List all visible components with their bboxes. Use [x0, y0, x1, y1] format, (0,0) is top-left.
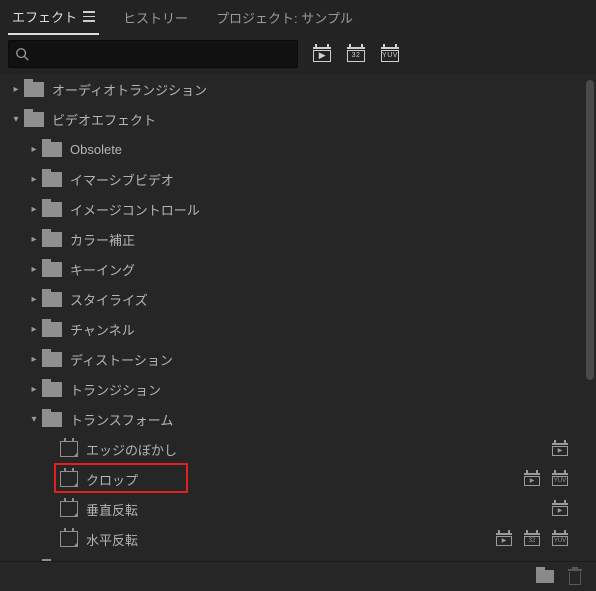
- tab-history-label: ヒストリー: [123, 8, 188, 27]
- accel-badge-icon: ▶: [522, 471, 542, 487]
- tree-item-label: イメージコントロール: [70, 200, 200, 219]
- folder-icon: [42, 382, 62, 397]
- folder-icon: [42, 292, 62, 307]
- chevron-right-icon[interactable]: ▸: [26, 324, 42, 335]
- tree-row[interactable]: ▾ トランスフォーム: [0, 404, 596, 434]
- tree-row[interactable]: ▸垂直反転▶: [0, 494, 596, 524]
- 32-badge-icon: 32: [522, 531, 542, 547]
- tree-row[interactable]: ▸ オーディオトランジション: [0, 74, 596, 104]
- scrollbar[interactable]: [586, 74, 594, 561]
- effect-badges: ▶ 32 YUV: [494, 531, 570, 547]
- chevron-right-icon[interactable]: ▸: [26, 204, 42, 215]
- chevron-down-icon[interactable]: ▾: [26, 414, 42, 425]
- effects-tree: ▸ オーディオトランジション ▾ ビデオエフェクト ▸ Obsolete ▸ イマーシブビデオ…: [0, 74, 596, 561]
- accel-badge-icon: ▶: [550, 501, 570, 517]
- tab-effects-label: エフェクト: [12, 7, 77, 26]
- tree-item-label: カラー補正: [70, 230, 135, 249]
- search-input[interactable]: [35, 47, 291, 62]
- search-icon: [15, 47, 29, 61]
- effect-badges: ▶ YUV: [522, 471, 570, 487]
- tree-row[interactable]: ▸ カラー補正: [0, 224, 596, 254]
- accel-badge-icon: ▶: [550, 441, 570, 457]
- folder-icon: [42, 262, 62, 277]
- tree-item-label: ビデオエフェクト: [52, 110, 156, 129]
- chevron-right-icon[interactable]: ▸: [26, 234, 42, 245]
- tree-item-label: ディストーション: [70, 350, 173, 369]
- yuv-badge-icon: YUV: [550, 471, 570, 487]
- tree-row[interactable]: ▸ スタイライズ: [0, 284, 596, 314]
- delete-button[interactable]: [568, 569, 582, 585]
- folder-icon: [42, 232, 62, 247]
- tab-history[interactable]: ヒストリー: [119, 0, 192, 34]
- chevron-right-icon[interactable]: ▸: [26, 264, 42, 275]
- chevron-right-icon[interactable]: ▸: [26, 174, 42, 185]
- folder-icon: [42, 142, 62, 157]
- tree-row[interactable]: ▸エッジのぼかし▶: [0, 434, 596, 464]
- effect-badges: ▶: [550, 501, 570, 517]
- folder-icon: [42, 352, 62, 367]
- search-row: ▶ 32 YUV: [0, 34, 596, 74]
- tree-row[interactable]: ▸ チャンネル: [0, 314, 596, 344]
- filter-buttons: ▶ 32 YUV: [310, 43, 402, 65]
- tree-row[interactable]: ▸ Obsolete: [0, 134, 596, 164]
- search-box[interactable]: [8, 40, 298, 68]
- filter-yuv-button[interactable]: YUV: [378, 43, 402, 65]
- tree-item-label: チャンネル: [70, 320, 135, 339]
- folder-icon: [24, 112, 44, 127]
- tree-item-label: トランジション: [70, 380, 161, 399]
- tree-row[interactable]: ▸水平反転▶32YUV: [0, 524, 596, 554]
- effect-icon: [60, 441, 78, 457]
- tab-project-label: プロジェクト: サンプル: [216, 8, 353, 27]
- tab-project[interactable]: プロジェクト: サンプル: [212, 0, 357, 34]
- tree-item-label: オーディオトランジション: [52, 80, 207, 99]
- effect-icon: [60, 471, 78, 487]
- tree-item-label: ノイズ&グレイン: [70, 560, 169, 562]
- chevron-right-icon[interactable]: ▸: [26, 384, 42, 395]
- effects-tree-panel: ▸ オーディオトランジション ▾ ビデオエフェクト ▸ Obsolete ▸ イマーシブビデオ…: [0, 74, 596, 561]
- tree-row[interactable]: ▸ イマーシブビデオ: [0, 164, 596, 194]
- tree-row[interactable]: ▸ノイズ&グレイン: [0, 554, 596, 561]
- accel-badge-icon: ▶: [494, 531, 514, 547]
- tab-effects[interactable]: エフェクト: [8, 0, 99, 35]
- new-bin-button[interactable]: [536, 570, 554, 583]
- panel-menu-icon[interactable]: [83, 11, 95, 22]
- tree-row[interactable]: ▸クロップ▶YUV: [0, 464, 596, 494]
- tree-row[interactable]: ▸ ディストーション: [0, 344, 596, 374]
- scroll-thumb[interactable]: [586, 80, 594, 380]
- tree-item-label: 垂直反転: [86, 500, 138, 519]
- chevron-right-icon[interactable]: ▸: [8, 84, 24, 95]
- folder-icon: [42, 412, 62, 427]
- panel-footer: [0, 561, 596, 591]
- chevron-right-icon[interactable]: ▸: [26, 294, 42, 305]
- tree-item-label: エッジのぼかし: [86, 440, 177, 459]
- yuv-badge-icon: YUV: [550, 531, 570, 547]
- folder-icon: [42, 202, 62, 217]
- chevron-down-icon[interactable]: ▾: [8, 114, 24, 125]
- folder-icon: [42, 322, 62, 337]
- tree-row[interactable]: ▸ イメージコントロール: [0, 194, 596, 224]
- tree-item-label: Obsolete: [70, 142, 122, 157]
- effect-icon: [60, 501, 78, 517]
- tree-item-label: 水平反転: [86, 530, 138, 549]
- chevron-right-icon[interactable]: ▸: [26, 144, 42, 155]
- tree-item-label: クロップ: [86, 470, 138, 489]
- tree-row[interactable]: ▾ ビデオエフェクト: [0, 104, 596, 134]
- filter-32bit-button[interactable]: 32: [344, 43, 368, 65]
- tree-item-label: キーイング: [70, 260, 135, 279]
- effect-icon: [60, 531, 78, 547]
- effect-badges: ▶: [550, 441, 570, 457]
- tree-item-label: イマーシブビデオ: [70, 170, 174, 189]
- chevron-right-icon[interactable]: ▸: [26, 354, 42, 365]
- filter-accelerated-button[interactable]: ▶: [310, 43, 334, 65]
- tree-item-label: スタイライズ: [70, 290, 148, 309]
- panel-tabs: エフェクト ヒストリー プロジェクト: サンプル: [0, 0, 596, 34]
- folder-icon: [42, 172, 62, 187]
- tree-item-label: トランスフォーム: [70, 410, 173, 429]
- folder-icon: [24, 82, 44, 97]
- tree-row[interactable]: ▸ トランジション: [0, 374, 596, 404]
- tree-row[interactable]: ▸ キーイング: [0, 254, 596, 284]
